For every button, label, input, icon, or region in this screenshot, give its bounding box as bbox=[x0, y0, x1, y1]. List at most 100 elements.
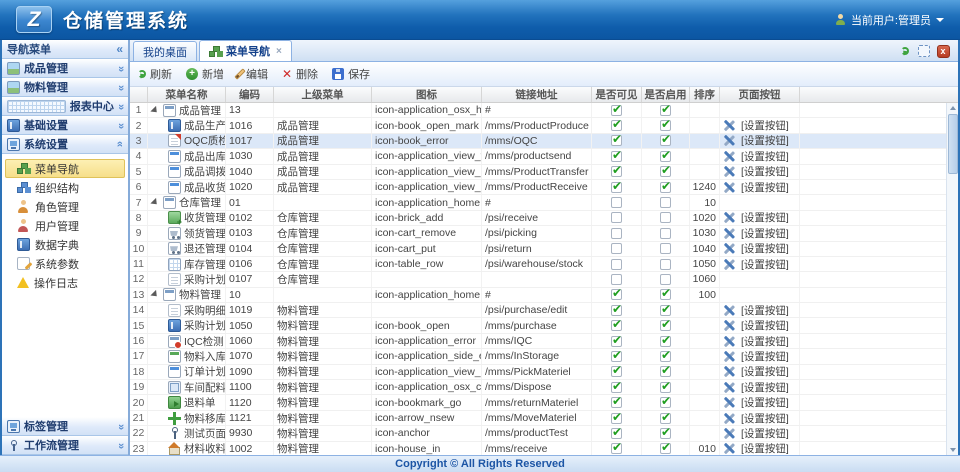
column-header-排序[interactable]: 排序 bbox=[690, 87, 720, 102]
visible-checkbox[interactable] bbox=[611, 243, 622, 254]
menu-name-cell[interactable]: 物料入库单 bbox=[148, 349, 226, 363]
sidebar-panel-成品管理[interactable]: 成品管理» bbox=[2, 59, 128, 78]
visible-checkbox[interactable] bbox=[611, 305, 622, 316]
enabled-checkbox[interactable] bbox=[660, 443, 671, 454]
menu-name-cell[interactable]: 车间配料单 bbox=[148, 380, 226, 394]
sidebar-item-组织结构[interactable]: 组织结构 bbox=[5, 178, 125, 197]
set-buttons-link[interactable]: [设置按钮] bbox=[723, 349, 789, 363]
menu-name-cell[interactable]: 采购计划 bbox=[148, 272, 226, 286]
table-row[interactable]: 13物料管理10icon-application_home#100 bbox=[130, 288, 946, 303]
menu-name-cell[interactable]: 物料管理 bbox=[148, 288, 226, 302]
menu-name-cell[interactable]: 仓库管理 bbox=[148, 195, 226, 209]
enabled-checkbox[interactable] bbox=[660, 135, 671, 146]
menu-name-cell[interactable]: IQC检测 bbox=[148, 334, 226, 348]
table-row[interactable]: 2成品生产计划1016成品管理icon-book_open_mark/mms/P… bbox=[130, 118, 946, 133]
enabled-checkbox[interactable] bbox=[660, 212, 671, 223]
enabled-checkbox[interactable] bbox=[660, 166, 671, 177]
menu-name-cell[interactable]: 采购明细 bbox=[148, 303, 226, 317]
menu-name-cell[interactable]: 库存管理 bbox=[148, 257, 226, 271]
chevron-down-icon[interactable]: » bbox=[115, 122, 126, 127]
visible-checkbox[interactable] bbox=[611, 197, 622, 208]
table-row[interactable]: 7仓库管理01icon-application_home#10 bbox=[130, 195, 946, 210]
chevron-up-icon[interactable]: » bbox=[115, 141, 126, 146]
visible-checkbox[interactable] bbox=[611, 274, 622, 285]
set-buttons-link[interactable]: [设置按钮] bbox=[723, 211, 789, 225]
set-buttons-link[interactable]: [设置按钮] bbox=[723, 334, 789, 348]
column-header-编码[interactable]: 编码 bbox=[226, 87, 274, 102]
column-header-菜单名称[interactable]: 菜单名称 bbox=[148, 87, 226, 102]
scrollbar-thumb[interactable] bbox=[948, 114, 958, 174]
visible-checkbox[interactable] bbox=[611, 120, 622, 131]
table-row[interactable]: 8收货管理0102仓库管理icon-brick_add/psi/receive1… bbox=[130, 211, 946, 226]
sidebar-panel-标签管理[interactable]: 标签管理» bbox=[2, 417, 128, 436]
menu-name-cell[interactable]: 材料收料单 bbox=[148, 442, 226, 455]
set-buttons-link[interactable]: [设置按钮] bbox=[723, 134, 789, 148]
set-buttons-link[interactable]: [设置按钮] bbox=[723, 318, 789, 332]
menu-name-cell[interactable]: 采购计划 bbox=[148, 318, 226, 332]
enabled-checkbox[interactable] bbox=[660, 351, 671, 362]
set-buttons-link[interactable]: [设置按钮] bbox=[723, 165, 789, 179]
enabled-checkbox[interactable] bbox=[660, 105, 671, 116]
tree-expand-icon[interactable] bbox=[150, 290, 159, 299]
column-header-链接地址[interactable]: 链接地址 bbox=[482, 87, 592, 102]
tab-action-close-button[interactable]: x bbox=[936, 44, 950, 58]
set-buttons-link[interactable]: [设置按钮] bbox=[723, 180, 789, 194]
set-buttons-link[interactable]: [设置按钮] bbox=[723, 118, 789, 132]
enabled-checkbox[interactable] bbox=[660, 274, 671, 285]
menu-name-cell[interactable]: 测试页面 bbox=[148, 426, 226, 440]
sidebar-panel-报表中心[interactable]: 报表中心» bbox=[2, 97, 128, 116]
column-header-图标[interactable]: 图标 bbox=[372, 87, 482, 102]
set-buttons-link[interactable]: [设置按钮] bbox=[723, 149, 789, 163]
table-row[interactable]: 18订单计划1090物料管理icon-application_view_deta… bbox=[130, 365, 946, 380]
tab-菜单导航[interactable]: 菜单导航× bbox=[199, 40, 292, 61]
set-buttons-link[interactable]: [设置按钮] bbox=[723, 426, 789, 440]
set-buttons-link[interactable]: [设置按钮] bbox=[723, 226, 789, 240]
table-row[interactable]: 10退还管理0104仓库管理icon-cart_put/psi/return10… bbox=[130, 242, 946, 257]
column-header-rownum[interactable] bbox=[130, 87, 148, 102]
enabled-checkbox[interactable] bbox=[660, 151, 671, 162]
set-buttons-link[interactable]: [设置按钮] bbox=[723, 365, 789, 379]
table-row[interactable]: 17物料入库单1070物料管理icon-application_side_exp… bbox=[130, 349, 946, 364]
visible-checkbox[interactable] bbox=[611, 212, 622, 223]
enabled-checkbox[interactable] bbox=[660, 366, 671, 377]
enabled-checkbox[interactable] bbox=[660, 259, 671, 270]
enabled-checkbox[interactable] bbox=[660, 305, 671, 316]
column-header-上级菜单[interactable]: 上级菜单 bbox=[274, 87, 372, 102]
set-buttons-link[interactable]: [设置按钮] bbox=[723, 411, 789, 425]
sidebar-item-数据字典[interactable]: 数据字典 bbox=[5, 235, 125, 254]
tree-expand-icon[interactable] bbox=[150, 106, 159, 115]
enabled-checkbox[interactable] bbox=[660, 428, 671, 439]
visible-checkbox[interactable] bbox=[611, 259, 622, 270]
table-row[interactable]: 6成品收货单1020成品管理icon-application_view_list… bbox=[130, 180, 946, 195]
chevron-down-icon[interactable]: » bbox=[115, 423, 126, 428]
menu-name-cell[interactable]: 成品调拨单 bbox=[148, 165, 226, 179]
enabled-checkbox[interactable] bbox=[660, 397, 671, 408]
table-row[interactable]: 12采购计划0107仓库管理1060 bbox=[130, 272, 946, 287]
tab-action-refresh-button[interactable] bbox=[898, 44, 912, 58]
visible-checkbox[interactable] bbox=[611, 366, 622, 377]
sidebar-item-角色管理[interactable]: 角色管理 bbox=[5, 197, 125, 216]
table-row[interactable]: 14采购明细1019物料管理/psi/purchase/edit[设置按钮] bbox=[130, 303, 946, 318]
visible-checkbox[interactable] bbox=[611, 351, 622, 362]
enabled-checkbox[interactable] bbox=[660, 382, 671, 393]
tab-action-maximize-button[interactable] bbox=[917, 44, 931, 58]
menu-name-cell[interactable]: 成品管理 bbox=[148, 103, 226, 117]
sidebar-item-操作日志[interactable]: 操作日志 bbox=[5, 273, 125, 292]
sidebar-collapse-button[interactable]: « bbox=[116, 43, 123, 55]
table-row[interactable]: 4成品出库单1030成品管理icon-application_view_tile… bbox=[130, 149, 946, 164]
enabled-checkbox[interactable] bbox=[660, 413, 671, 424]
menu-name-cell[interactable]: 成品收货单 bbox=[148, 180, 226, 194]
column-header-是否启用[interactable]: 是否启用 bbox=[642, 87, 690, 102]
table-row[interactable]: 15采购计划1050物料管理icon-book_open/mms/purchas… bbox=[130, 318, 946, 333]
enabled-checkbox[interactable] bbox=[660, 336, 671, 347]
tab-我的桌面[interactable]: 我的桌面 bbox=[133, 41, 197, 61]
menu-name-cell[interactable]: 退还管理 bbox=[148, 242, 226, 256]
enabled-checkbox[interactable] bbox=[660, 182, 671, 193]
table-row[interactable]: 11库存管理0106仓库管理icon-table_row/psi/warehou… bbox=[130, 257, 946, 272]
table-row[interactable]: 23材料收料单1002物料管理icon-house_in/mms/receive… bbox=[130, 442, 946, 455]
enabled-checkbox[interactable] bbox=[660, 289, 671, 300]
scroll-up-icon[interactable] bbox=[948, 103, 958, 113]
sidebar-item-用户管理[interactable]: 用户管理 bbox=[5, 216, 125, 235]
visible-checkbox[interactable] bbox=[611, 397, 622, 408]
visible-checkbox[interactable] bbox=[611, 151, 622, 162]
